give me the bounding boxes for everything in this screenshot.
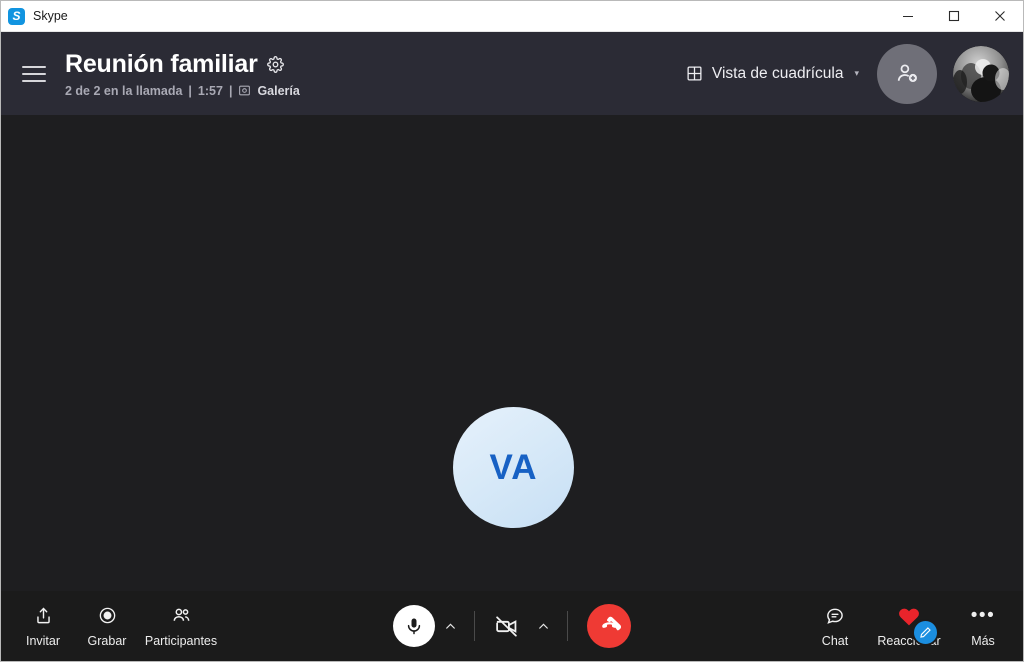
invite-button[interactable]: Invitar — [11, 595, 75, 657]
controls-divider-2 — [567, 611, 568, 641]
chat-label: Chat — [821, 633, 849, 648]
people-icon — [171, 605, 192, 627]
meeting-header: Reunión familiar 2 de 2 en la llamada | … — [1, 32, 1023, 115]
mic-options-chevron-icon — [445, 622, 455, 629]
meeting-info: Reunión familiar 2 de 2 en la llamada | … — [65, 50, 300, 98]
end-call-button[interactable] — [587, 604, 631, 648]
maximize-icon — [948, 10, 960, 22]
camera-options-chevron-icon — [538, 622, 548, 629]
add-person-icon — [897, 64, 917, 83]
video-stage: VA valeria ••• — [1, 115, 1023, 591]
pencil-icon[interactable] — [912, 619, 939, 646]
minimize-icon — [903, 16, 913, 17]
controls-divider-1 — [474, 611, 475, 641]
participant-count: 2 de 2 en la llamada — [65, 83, 183, 98]
participant-avatar[interactable]: VA — [453, 407, 574, 528]
chat-bubble-icon — [825, 605, 845, 627]
share-icon — [34, 605, 53, 627]
chevron-down-icon: ▾ — [854, 68, 859, 78]
record-circle-icon — [98, 605, 117, 627]
window-titlebar: S Skype — [1, 1, 1023, 32]
end-call-icon — [601, 616, 621, 630]
invite-label: Invitar — [25, 633, 61, 648]
react-button[interactable]: Reaccionar — [867, 595, 951, 657]
ellipsis-icon: ••• — [971, 605, 995, 627]
call-duration: 1:57 — [197, 83, 223, 98]
record-button[interactable]: Grabar — [75, 595, 139, 657]
gallery-icon — [238, 84, 251, 97]
layout-mode-label: Galería — [257, 83, 300, 98]
hamburger-menu-icon[interactable] — [17, 57, 51, 91]
mic-options-button[interactable] — [435, 605, 465, 647]
grid-view-icon — [686, 65, 703, 82]
toolbar-left-group: Invitar Grabar Participantes — [1, 591, 223, 661]
meeting-status: 2 de 2 en la llamada | 1:57 | Galería — [65, 84, 300, 98]
close-icon — [995, 11, 1005, 21]
close-button[interactable] — [977, 1, 1023, 31]
status-separator-1: | — [188, 83, 192, 98]
camera-button[interactable] — [484, 605, 528, 647]
camera-options-button[interactable] — [528, 605, 558, 647]
page-title: Reunión familiar — [65, 49, 258, 78]
toolbar-right-group: Chat Reaccionar ••• Más — [803, 591, 1015, 661]
more-button[interactable]: ••• Más — [951, 595, 1015, 657]
user-photo-avatar — [953, 45, 1009, 102]
microphone-icon — [407, 618, 421, 635]
call-toolbar: Invitar Grabar Participantes Chat Reacci… — [1, 591, 1023, 661]
more-label: Más — [971, 633, 995, 648]
minimize-button[interactable] — [885, 1, 931, 31]
call-controls-group — [393, 604, 631, 648]
participant-initials: VA — [489, 447, 538, 487]
participants-button[interactable]: Participantes — [139, 595, 223, 657]
skype-logo-icon: S — [8, 7, 25, 25]
record-label: Grabar — [87, 633, 127, 648]
window-title: Skype — [33, 9, 68, 23]
meeting-title-row: Reunión familiar — [65, 50, 300, 79]
maximize-button[interactable] — [931, 1, 977, 31]
microphone-button[interactable] — [393, 605, 435, 647]
chat-button[interactable]: Chat — [803, 595, 867, 657]
titlebar-app-identity: S Skype — [1, 7, 68, 25]
avatar[interactable] — [953, 45, 1009, 102]
camera-off-icon — [495, 615, 517, 637]
skype-window: S Skype Reunión familiar 2 de 2 en la ll… — [0, 0, 1024, 662]
grid-view-selector[interactable]: Vista de cuadrícula ▾ — [686, 65, 859, 83]
ellipsis-glyph: ••• — [970, 605, 996, 626]
gear-icon[interactable] — [266, 55, 284, 73]
participants-label: Participantes — [144, 633, 218, 648]
status-separator-2: | — [228, 83, 233, 98]
add-person-button[interactable] — [877, 43, 937, 104]
grid-view-label: Vista de cuadrícula — [711, 64, 844, 82]
